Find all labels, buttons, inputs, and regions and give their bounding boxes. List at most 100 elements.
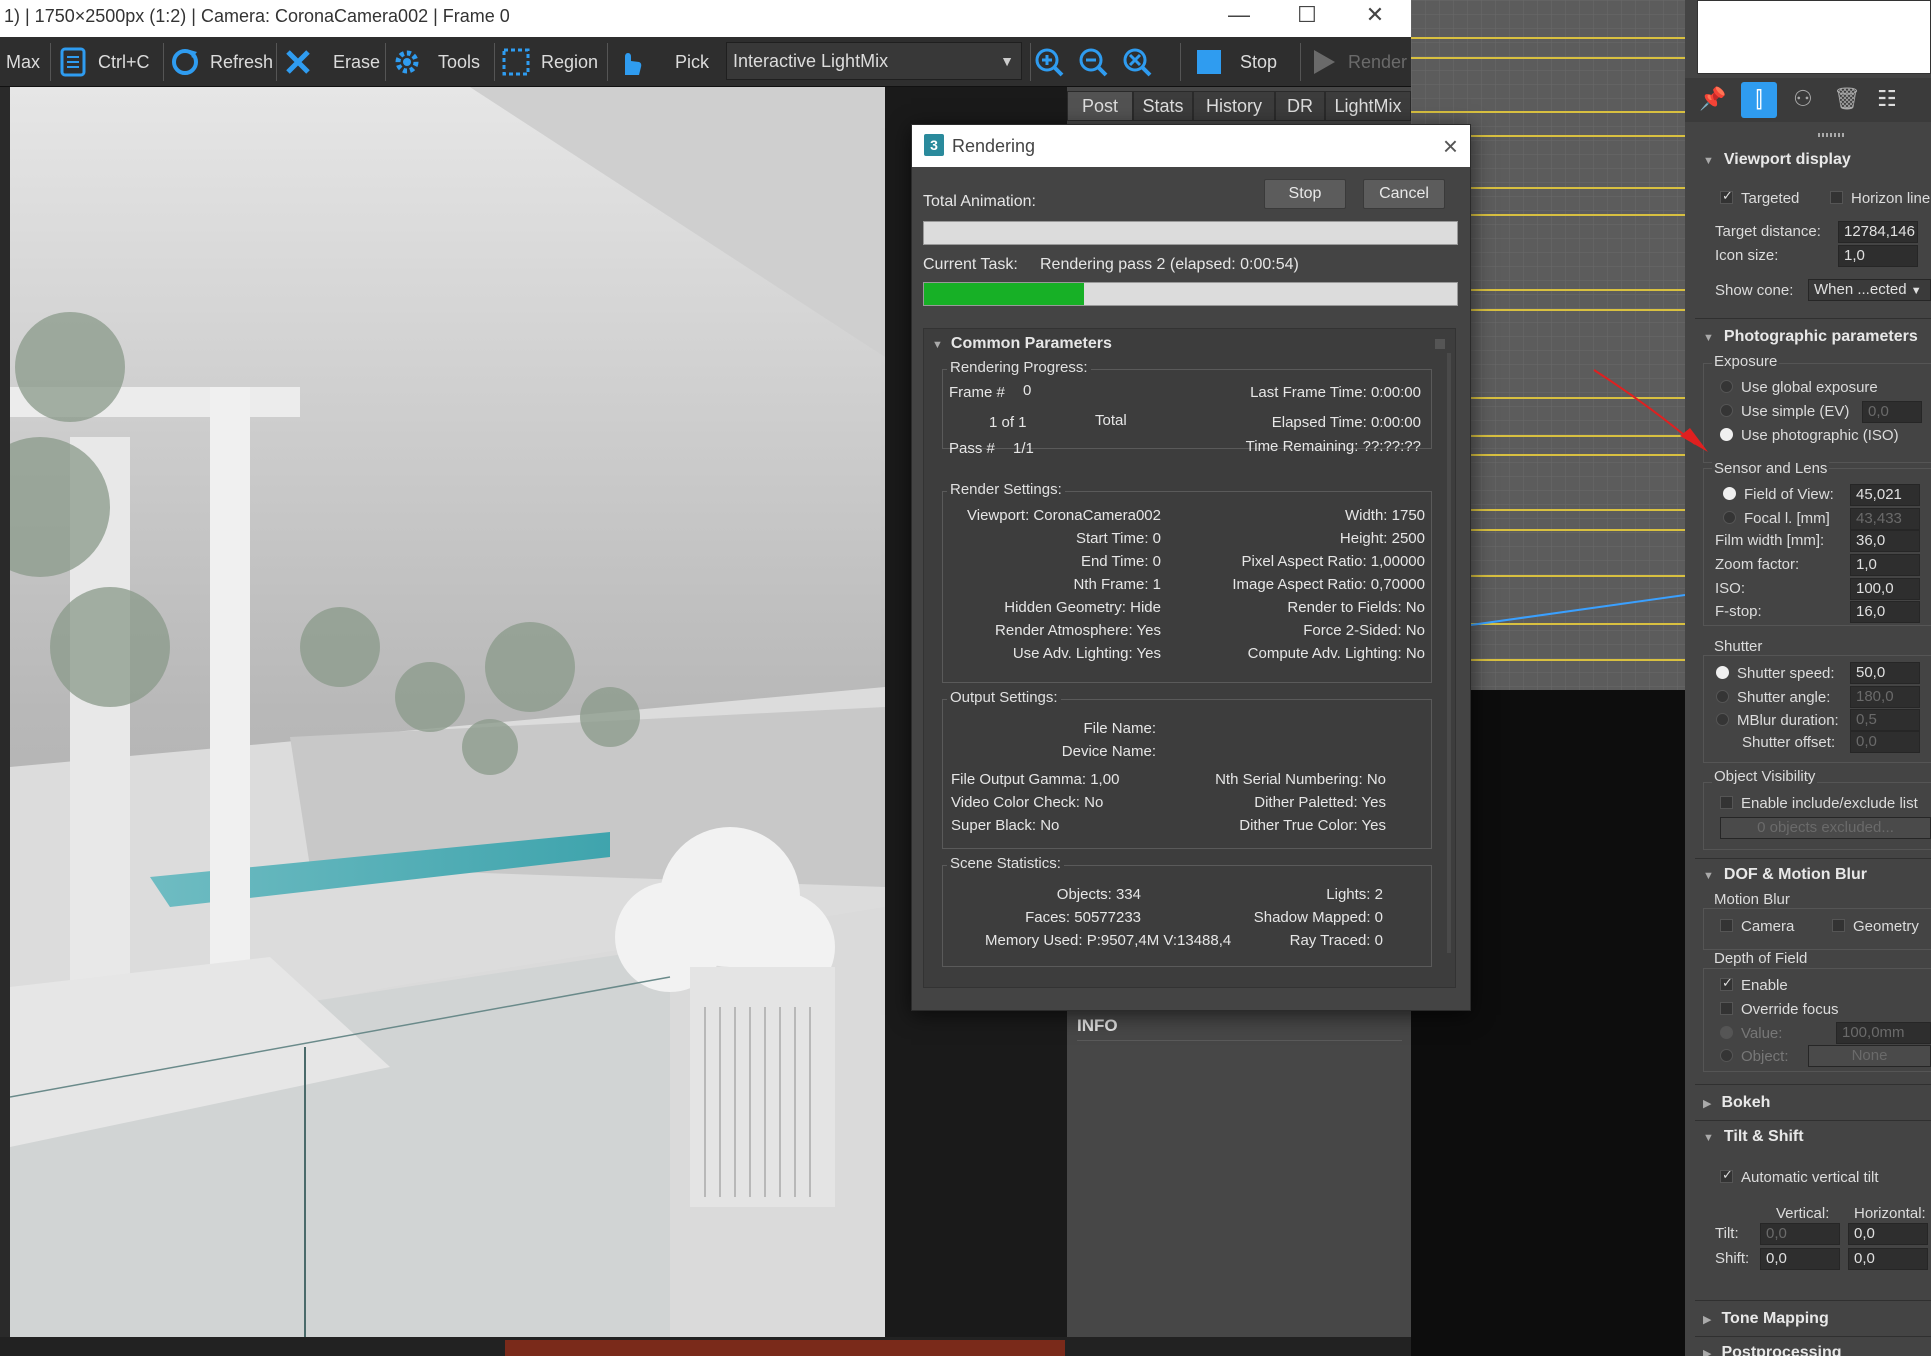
shutter-speed-spinner[interactable]: 50,0 [1850,662,1920,684]
region-label: Region [541,51,599,72]
horizon-label: Horizon line [1851,190,1931,207]
camera-mblur-checkbox[interactable]: Camera [1720,918,1794,935]
auto-vertical-tilt-checkbox[interactable]: Automatic vertical tilt [1720,1167,1879,1186]
rollout-postprocessing[interactable]: ▶ Postprocessing [1703,1344,1842,1356]
use-global-exposure-radio[interactable]: Use global exposure [1720,379,1878,396]
file-name-label: File Name: [1083,720,1156,737]
info-divider [1077,1040,1402,1041]
rollout-photographic[interactable]: ▼ Photographic parameters [1703,328,1918,346]
zoom-factor-spinner[interactable]: 1,0 [1850,554,1920,576]
close-icon[interactable]: ✕ [1340,0,1410,34]
focus-value-spinner[interactable]: 100,0mm [1836,1022,1931,1044]
scrollbar[interactable] [1447,353,1451,953]
vfb-titlebar[interactable]: 1) | 1750×2500px (1:2) | Camera: CoronaC… [0,0,1411,37]
use-simple-ev-radio[interactable]: Use simple (EV) [1720,403,1849,420]
show-cone-dropdown[interactable]: When ...ected ▼ [1808,279,1931,301]
lightmix-select[interactable]: Interactive LightMix [726,42,1022,80]
rollout-label: Viewport display [1723,151,1851,168]
shutter-speed-radio[interactable]: Shutter speed: [1716,665,1835,682]
radio-icon [1720,1049,1733,1062]
focal-length-radio[interactable]: Focal l. [mm] [1723,510,1830,527]
region-button[interactable]: Region [499,41,598,83]
radio-icon [1720,428,1733,441]
render-button[interactable]: Render [1306,41,1407,83]
configure-icon[interactable]: ☷ [1877,86,1897,112]
zoom-out-button[interactable] [1076,41,1110,83]
refresh-button[interactable]: Refresh [168,41,273,83]
radio-icon [1723,487,1736,500]
tilt-vertical-spinner[interactable]: 0,0 [1760,1223,1840,1245]
tab-history[interactable]: History [1193,91,1275,121]
tab-stats[interactable]: Stats [1133,91,1193,121]
shutter-angle-spinner[interactable]: 180,0 [1850,686,1920,708]
frame-label: Frame # [949,384,1005,401]
film-width-spinner[interactable]: 36,0 [1850,530,1920,552]
max-button[interactable]: Max [6,41,40,83]
tab-post[interactable]: Post [1067,91,1133,121]
shutter-speed-label: Shutter speed: [1737,665,1835,682]
iso-spinner[interactable]: 100,0 [1850,578,1920,600]
pin-icon[interactable]: 📌 [1699,86,1726,112]
mblur-spinner[interactable]: 0,5 [1850,709,1920,731]
dof-enable-checkbox[interactable]: Enable [1720,975,1788,994]
tilt-horizontal-spinner[interactable]: 0,0 [1848,1223,1928,1245]
zoom-fit-button[interactable] [1120,41,1154,83]
targeted-checkbox[interactable]: Targeted [1720,188,1799,207]
simple-ev-spinner[interactable]: 0,0 [1862,401,1922,423]
rollout-tone-mapping[interactable]: ▶ Tone Mapping [1703,1310,1829,1328]
memory-stat: Memory Used: P:9507,4M V:13488,4 [985,932,1232,949]
tools-button[interactable]: Tools [390,41,480,83]
shutter-angle-radio[interactable]: Shutter angle: [1716,689,1830,706]
render-image[interactable] [10,87,885,1337]
fov-spinner[interactable]: 45,021 [1850,484,1920,506]
hierarchy-icon[interactable]: ⚇ [1793,86,1813,112]
shift-horizontal-spinner[interactable]: 0,0 [1848,1248,1928,1270]
drag-handle-icon[interactable] [1818,133,1844,137]
objects-excluded-button[interactable]: 0 objects excluded... [1720,817,1931,839]
horizon-line-checkbox[interactable]: Horizon line [1830,190,1930,207]
geometry-mblur-checkbox[interactable]: Geometry [1832,918,1919,935]
cancel-button[interactable]: Cancel [1363,179,1445,209]
chevron-down-icon[interactable]: ▼ [992,42,1022,80]
rollout-title[interactable]: ▼ Common Parameters [932,335,1112,353]
show-cone-label: Show cone: [1715,282,1794,299]
enable-include-exclude-checkbox[interactable]: Enable include/exclude list [1720,795,1918,812]
field-of-view-radio[interactable]: Field of View: [1723,486,1834,503]
dialog-titlebar[interactable]: 3 Rendering × [912,125,1470,167]
mblur-duration-radio[interactable]: MBlur duration: [1716,712,1839,729]
rollout-bokeh[interactable]: ▶ Bokeh [1703,1094,1770,1112]
rollout-scroll-handle[interactable] [1435,339,1445,349]
focus-value-radio[interactable]: Value: [1720,1025,1782,1042]
maximize-icon[interactable]: ☐ [1272,0,1342,34]
refresh-label: Refresh [210,51,274,72]
rollout-viewport-display[interactable]: ▼ Viewport display [1703,151,1851,169]
group-label: Scene Statistics: [947,855,1064,872]
use-global-label: Use global exposure [1741,379,1878,396]
shutter-offset-spinner[interactable]: 0,0 [1850,731,1920,753]
icon-size-spinner[interactable]: 1,0 [1838,245,1918,267]
use-photographic-iso-radio[interactable]: Use photographic (ISO) [1720,427,1899,444]
close-icon[interactable]: × [1443,131,1458,162]
override-focus-checkbox[interactable]: Override focus [1720,1001,1839,1018]
copy-button[interactable]: Ctrl+C [56,41,150,83]
zoom-in-button[interactable] [1032,41,1066,83]
rollout-dof-motion-blur[interactable]: ▼ DOF & Motion Blur [1703,866,1867,884]
rollout-tilt-shift[interactable]: ▼ Tilt & Shift [1703,1128,1804,1146]
trash-icon[interactable]: 🗑 [1833,86,1861,112]
target-distance-spinner[interactable]: 12784,146 [1838,221,1918,243]
stop-button[interactable]: Stop [1192,41,1277,83]
pick-label: Pick [675,51,710,72]
focus-object-radio[interactable]: Object: [1720,1048,1789,1065]
shift-vertical-spinner[interactable]: 0,0 [1760,1248,1840,1270]
f-stop-spinner[interactable]: 16,0 [1850,601,1920,623]
focus-object-button[interactable]: None [1808,1045,1931,1067]
focal-spinner[interactable]: 43,433 [1850,508,1920,530]
pick-button[interactable]: Pick [613,41,709,83]
shadow-mapped-stat: Shadow Mapped: 0 [1253,909,1383,926]
modify-icon[interactable]: ⫿ [1741,82,1777,118]
erase-button[interactable]: Erase [281,41,380,83]
tab-dr[interactable]: DR [1275,91,1325,121]
stop-button[interactable]: Stop [1264,179,1346,209]
minimize-icon[interactable]: — [1204,0,1274,34]
tab-lightmix[interactable]: LightMix [1325,91,1411,121]
